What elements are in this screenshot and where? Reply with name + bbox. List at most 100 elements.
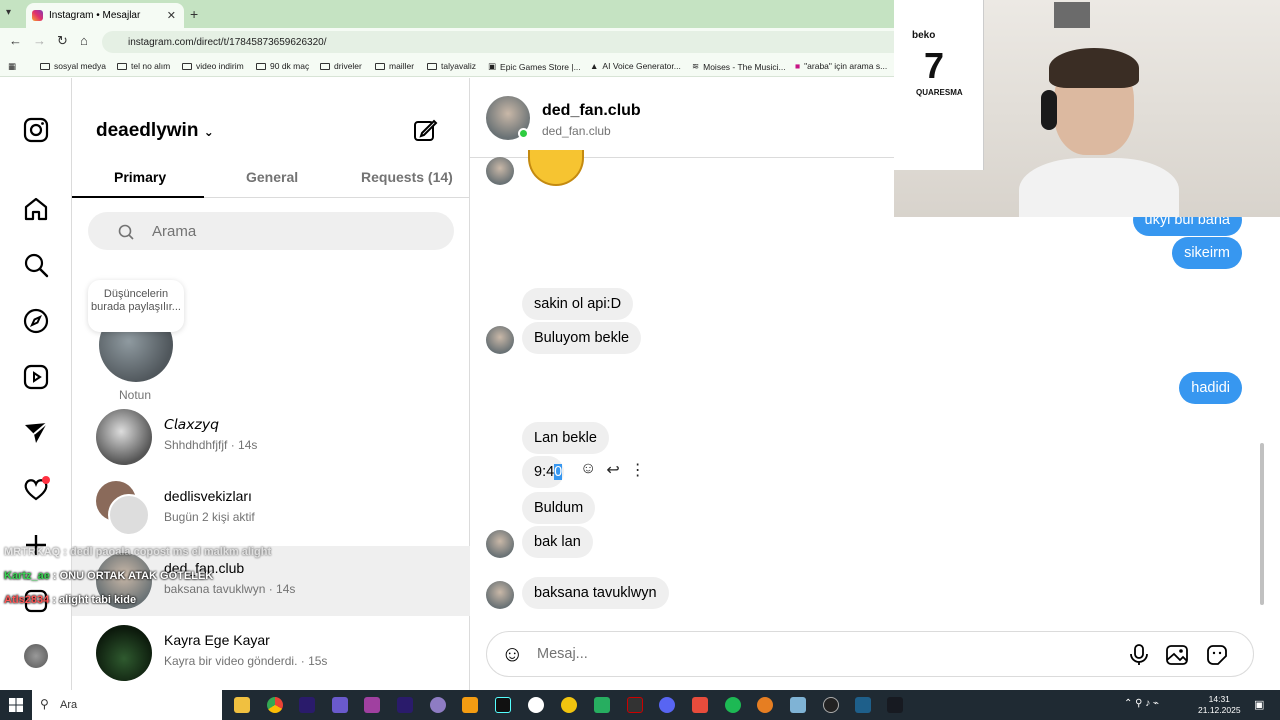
account-switcher[interactable]: deaedlywin ⌄: [96, 120, 214, 142]
search-icon: ⚲: [40, 697, 49, 711]
app-icon[interactable]: [757, 697, 773, 713]
search-icon[interactable]: [22, 251, 50, 279]
outgoing-message[interactable]: hadidi: [1179, 372, 1242, 404]
close-tab-icon[interactable]: ✕: [167, 9, 176, 22]
apps-grid-icon[interactable]: ▦: [8, 61, 16, 72]
taskbar-search[interactable]: ⚲ Ara: [32, 690, 222, 720]
bookmark-icon: ■: [795, 61, 801, 71]
after-effects-icon[interactable]: [299, 697, 315, 713]
wall-banner: [1054, 2, 1090, 28]
app-icon[interactable]: [594, 697, 610, 713]
tiktok-icon[interactable]: [495, 697, 511, 713]
bookmark-folder[interactable]: mailler: [375, 61, 414, 71]
selected-text: 0: [554, 464, 563, 480]
conversation-preview: Kayra bir video gönderdi. · 15s: [164, 654, 328, 668]
reply-icon[interactable]: ↩: [606, 460, 619, 480]
messages-icon[interactable]: [22, 419, 50, 447]
tab-search-icon[interactable]: ▾: [6, 7, 11, 18]
app-icon[interactable]: [627, 697, 643, 713]
bookmark-link[interactable]: ≋ Moises - The Musici...: [692, 61, 786, 72]
folder-icon: [117, 62, 127, 70]
reels-icon[interactable]: [22, 363, 50, 391]
app-icon[interactable]: [430, 697, 446, 713]
chat-scrollbar[interactable]: [1260, 443, 1264, 605]
taskbar-clock[interactable]: 14:31 21.12.2025: [1198, 694, 1241, 716]
steam-icon[interactable]: [887, 697, 903, 713]
bookmark-icon: ▣: [488, 61, 497, 71]
incoming-message[interactable]: Lan bekle: [522, 422, 609, 454]
bookmark-label: Moises - The Musici...: [703, 61, 786, 72]
explore-compass-icon[interactable]: [22, 307, 50, 335]
bookmark-folder[interactable]: 90 dk maç: [256, 61, 309, 71]
app-icon[interactable]: [790, 697, 806, 713]
tab-primary[interactable]: Primary: [114, 169, 166, 185]
home-icon[interactable]: ⌂: [80, 33, 88, 48]
image-upload-icon[interactable]: [1165, 643, 1189, 667]
address-bar[interactable]: instagram.com/direct/t/17845873659626320…: [102, 31, 1002, 53]
windows-start-icon[interactable]: [9, 698, 23, 712]
incoming-message[interactable]: bak lan: [522, 526, 593, 558]
notification-center-icon[interactable]: ▣: [1254, 698, 1264, 711]
spotify-icon[interactable]: [725, 697, 741, 713]
more-options-icon[interactable]: ⋮: [630, 460, 646, 480]
note-label: Notun: [119, 388, 152, 402]
obs-icon[interactable]: [823, 697, 839, 713]
conversation-item[interactable]: dedlisvekizları Bugün 2 kişi aktif: [72, 474, 470, 544]
incoming-message[interactable]: Buldum: [522, 492, 596, 524]
bookmark-folder[interactable]: video indirim: [182, 61, 244, 71]
notifications-heart-icon[interactable]: [22, 475, 50, 503]
react-emoji-icon[interactable]: ☺: [580, 460, 596, 480]
profile-avatar[interactable]: [24, 644, 48, 668]
system-tray-icons[interactable]: ⌃ ⚲ ♪ ⌁: [1124, 698, 1159, 709]
microphone-icon[interactable]: [1129, 644, 1149, 666]
message-composer[interactable]: ☺ Mesaj...: [486, 631, 1254, 677]
bookmark-icon: ▲: [590, 61, 599, 71]
note-bubble[interactable]: Düşüncelerin burada paylaşılır...: [88, 280, 184, 332]
new-tab-icon[interactable]: +: [190, 6, 198, 22]
file-explorer-icon[interactable]: [234, 697, 250, 713]
bookmark-link[interactable]: ■ "araba" için arama s...: [795, 61, 887, 71]
outgoing-message[interactable]: sikeirm: [1172, 237, 1242, 269]
bookmark-folder[interactable]: tel no alım: [117, 61, 170, 71]
app-icon[interactable]: [855, 697, 871, 713]
incoming-message[interactable]: Buluyom bekle: [522, 322, 642, 354]
chat-title: ded_fan.club: [542, 102, 641, 119]
bookmark-folder[interactable]: sosyal medya: [40, 61, 106, 71]
maps-icon[interactable]: [561, 697, 577, 713]
tab-general[interactable]: General: [246, 169, 298, 185]
incoming-message[interactable]: baksana tavuklwyn: [522, 577, 669, 609]
app-icon[interactable]: [692, 697, 708, 713]
tab-requests[interactable]: Requests (14): [361, 169, 453, 185]
home-icon[interactable]: [22, 195, 50, 223]
headset-icon: [1041, 90, 1057, 130]
vpn-shield-icon[interactable]: [332, 697, 348, 713]
bookmark-folder[interactable]: driveler: [320, 61, 362, 71]
emoji-picker-icon[interactable]: ☺: [501, 641, 523, 667]
reload-icon[interactable]: ↻: [57, 33, 68, 49]
conversation-name: Kayra Ege Kayar: [164, 632, 270, 648]
conversation-preview: Bugün 2 kişi aktif: [164, 510, 255, 524]
browser-tab[interactable]: Instagram • Mesajlar ✕: [26, 3, 184, 28]
incoming-message[interactable]: sakin ol api:D: [522, 288, 634, 320]
message-actions: ☺ ↩ ⋮: [580, 460, 646, 480]
bookmark-link[interactable]: ▣ Epic Games Store |...: [488, 61, 581, 72]
conversation-item[interactable]: 𝘊𝘭𝘢𝘹𝘻𝘺𝘲 Shhdhdhfjfjf · 14s: [72, 402, 470, 472]
inbox-tabs: Primary General Requests (14): [72, 166, 470, 198]
discord-icon[interactable]: [659, 697, 675, 713]
new-message-icon[interactable]: [412, 117, 438, 143]
app-icon[interactable]: [528, 697, 544, 713]
app-icon[interactable]: [364, 697, 380, 713]
chrome-icon[interactable]: [267, 697, 283, 713]
media-encoder-icon[interactable]: [397, 697, 413, 713]
conversation-item[interactable]: Kayra Ege Kayar Kayra bir video gönderdi…: [72, 618, 470, 688]
forward-icon[interactable]: →: [33, 33, 46, 48]
search-input[interactable]: Arama: [88, 212, 454, 250]
active-tab-indicator: [72, 196, 204, 198]
instagram-logo-icon[interactable]: [22, 116, 50, 144]
bookmark-folder[interactable]: talyavaliz: [427, 61, 476, 71]
message-input[interactable]: Mesaj...: [537, 646, 588, 662]
vlc-icon[interactable]: [462, 697, 478, 713]
back-icon[interactable]: ←: [9, 33, 22, 48]
bookmark-link[interactable]: ▲ AI Voice Generator...: [590, 61, 681, 71]
sticker-icon[interactable]: [1205, 643, 1229, 667]
